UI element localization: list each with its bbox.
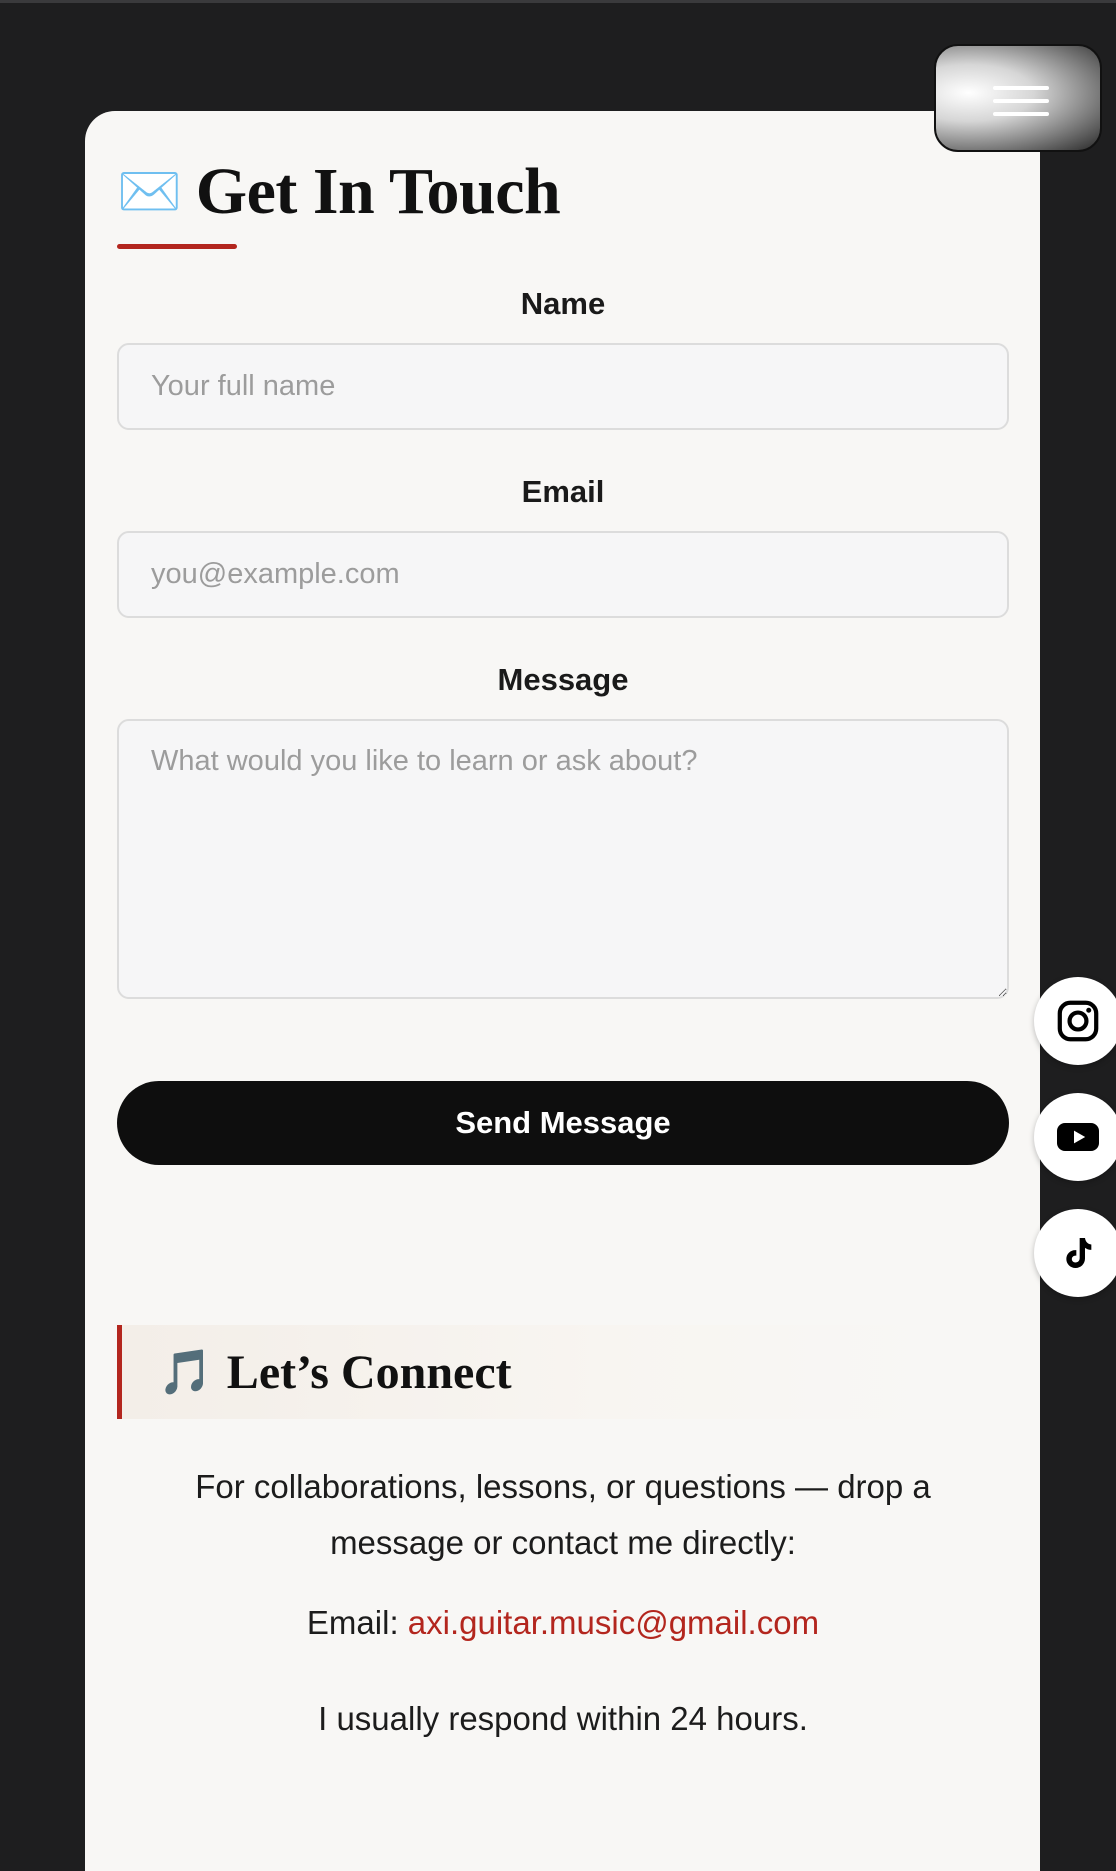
- top-divider: [0, 0, 1116, 3]
- page-title: Get In Touch: [195, 155, 561, 228]
- email-link[interactable]: axi.guitar.music@gmail.com: [408, 1604, 819, 1641]
- instagram-icon: [1055, 998, 1101, 1044]
- music-note-icon: 🎵: [158, 1347, 213, 1398]
- youtube-link[interactable]: [1034, 1093, 1116, 1181]
- menu-button[interactable]: [934, 44, 1102, 152]
- name-label: Name: [520, 286, 606, 321]
- tiktok-link[interactable]: [1034, 1209, 1116, 1297]
- email-input[interactable]: [117, 531, 1009, 618]
- tiktok-icon: [1058, 1233, 1098, 1273]
- instagram-link[interactable]: [1034, 977, 1116, 1065]
- envelope-icon: ✉️: [117, 162, 182, 222]
- email-label: Email: [521, 474, 605, 509]
- connect-title: Let’s Connect: [226, 1345, 512, 1399]
- email-line: Email: axi.guitar.music@gmail.com: [117, 1595, 1009, 1651]
- connect-description: For collaborations, lessons, or question…: [195, 1468, 931, 1561]
- message-textarea[interactable]: [117, 719, 1009, 999]
- response-note: I usually respond within 24 hours.: [318, 1700, 808, 1737]
- email-prefix: Email:: [306, 1604, 408, 1641]
- send-message-button[interactable]: Send Message: [117, 1081, 1009, 1165]
- message-label: Message: [497, 662, 629, 697]
- connect-heading: 🎵 Let’s Connect: [117, 1325, 927, 1419]
- name-input[interactable]: [117, 343, 1009, 430]
- youtube-icon: [1054, 1113, 1102, 1161]
- title-underline: [117, 244, 237, 249]
- contact-form-title: ✉️ Get In Touch: [117, 152, 561, 232]
